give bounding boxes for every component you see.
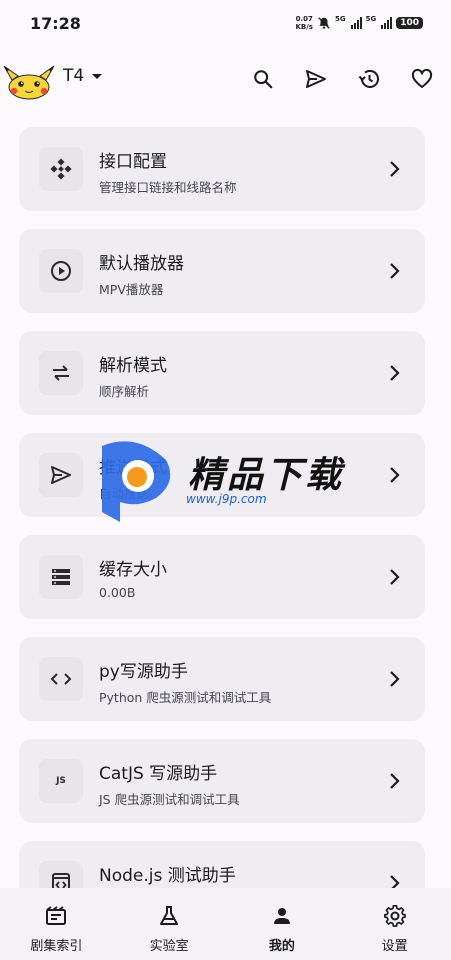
- storage-icon: [52, 569, 70, 585]
- card-subtitle: 顺序解析: [99, 384, 150, 399]
- card-title: py写源助手: [99, 662, 188, 682]
- heart-icon: [411, 68, 433, 88]
- header-actions: [248, 64, 437, 94]
- search-icon: [254, 70, 273, 89]
- history-icon: [358, 69, 379, 88]
- pikachu-avatar[interactable]: [2, 62, 56, 100]
- signal-icon-sim2: [381, 17, 393, 29]
- video-list-icon: [43, 903, 69, 929]
- site-selector[interactable]: T4: [63, 66, 103, 86]
- chevron-right-icon: [390, 671, 400, 687]
- history-button[interactable]: [354, 64, 384, 94]
- battery-icon: 100: [396, 17, 423, 29]
- site-name: T4: [63, 66, 85, 86]
- card-icon-tile: [39, 249, 83, 293]
- card-icon-tile: [39, 555, 83, 599]
- dropdown-caret-icon: [92, 73, 103, 79]
- sim1-type: 5G: [334, 15, 346, 23]
- nav-label: 我的: [268, 939, 295, 954]
- chevron-right-icon: [390, 467, 400, 483]
- card-title: 解析模式: [99, 356, 167, 376]
- card-title: Node.js 测试助手: [99, 866, 236, 886]
- top-app-bar: T4: [0, 52, 451, 108]
- card-title: 缓存大小: [99, 560, 167, 580]
- nav-label: 实验室: [149, 939, 189, 954]
- card-cache-size[interactable]: 缓存大小 0.00B: [19, 535, 425, 619]
- card-icon-tile: [39, 657, 83, 701]
- nav-item-episode-index[interactable]: 剧集索引: [0, 888, 113, 960]
- status-time: 17:28: [30, 13, 81, 33]
- chevron-right-icon: [390, 161, 400, 177]
- card-title: 默认播放器: [99, 254, 184, 274]
- card-icon-tile: [39, 453, 83, 497]
- card-subtitle: 0.00B: [99, 585, 136, 600]
- card-subtitle: 管理接口链接和线路名称: [99, 180, 237, 195]
- nav-item-lab[interactable]: 实验室: [113, 888, 226, 960]
- favorites-button[interactable]: [407, 64, 437, 94]
- chevron-right-icon: [390, 365, 400, 381]
- send-icon: [51, 466, 71, 484]
- card-title: 接口配置: [99, 152, 167, 172]
- card-catjs-source-helper[interactable]: JS CatJS 写源助手 JS 爬虫源测试和调试工具: [19, 739, 425, 823]
- status-bar: 17:28 0.07 KB/s 5G 5G 100: [0, 0, 451, 46]
- network-speed: 0.07 KB/s: [295, 15, 312, 31]
- network-speed-unit: KB/s: [295, 23, 313, 31]
- card-interface-config[interactable]: 接口配置 管理接口链接和线路名称: [19, 127, 425, 211]
- card-subtitle: 自动推送: [99, 486, 150, 501]
- js-icon: JS: [56, 776, 66, 786]
- network-speed-value: 0.07: [295, 15, 313, 23]
- card-subtitle: MPV播放器: [99, 282, 164, 297]
- play-circle-icon: [51, 261, 71, 281]
- person-icon: [269, 903, 295, 929]
- nav-label: 设置: [381, 939, 408, 954]
- signal-icon-sim1: [350, 17, 362, 29]
- card-py-source-helper[interactable]: py写源助手 Python 爬虫源测试和调试工具: [19, 637, 425, 721]
- card-icon-tile: JS: [39, 759, 83, 803]
- sim2-type: 5G: [365, 15, 377, 23]
- card-default-player[interactable]: 默认播放器 MPV播放器: [19, 229, 425, 313]
- send-icon: [306, 70, 326, 88]
- chevron-right-icon: [390, 569, 400, 585]
- flask-icon: [156, 903, 182, 929]
- card-parse-mode[interactable]: 解析模式 顺序解析: [19, 331, 425, 415]
- card-title: 推送模式: [99, 458, 167, 478]
- card-icon-tile: [39, 147, 83, 191]
- chevron-right-icon: [390, 263, 400, 279]
- card-icon-tile: [39, 351, 83, 395]
- push-button[interactable]: [301, 64, 331, 94]
- chevron-right-icon: [390, 773, 400, 789]
- code-icon: [50, 673, 72, 685]
- gear-icon: [382, 903, 408, 929]
- bottom-navigation: 剧集索引 实验室 我的 设置: [0, 888, 451, 960]
- card-subtitle: Python 爬虫源测试和调试工具: [99, 690, 272, 705]
- status-indicators: 0.07 KB/s 5G 5G 100: [295, 15, 423, 31]
- swap-arrows-icon: [53, 365, 69, 381]
- nav-item-settings[interactable]: 设置: [338, 888, 451, 960]
- search-button[interactable]: [248, 64, 278, 94]
- settings-nodes-icon: [50, 158, 72, 180]
- nav-item-mine[interactable]: 我的: [226, 888, 339, 960]
- card-title: CatJS 写源助手: [99, 764, 218, 784]
- mute-bell-icon: [318, 17, 330, 29]
- card-push-mode[interactable]: 推送模式 自动推送: [19, 433, 425, 517]
- nav-label: 剧集索引: [30, 939, 83, 954]
- card-subtitle: JS 爬虫源测试和调试工具: [99, 792, 240, 807]
